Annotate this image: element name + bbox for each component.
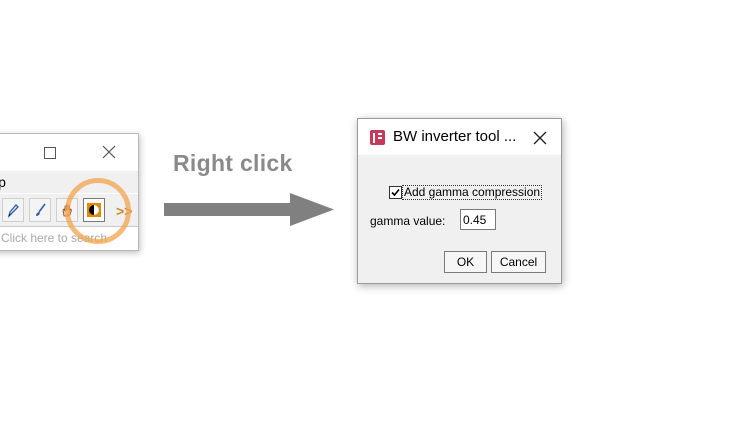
gamma-compression-label[interactable]: Add gamma compression <box>402 185 543 200</box>
hand-tool[interactable] <box>56 198 78 222</box>
imagej-app-icon <box>370 130 385 145</box>
gamma-value-label: gamma value: <box>370 214 446 228</box>
tool-row: >> <box>0 194 138 227</box>
close-icon[interactable] <box>101 144 117 160</box>
gamma-value-field[interactable]: 0.45 <box>460 209 496 230</box>
status-bar[interactable]: Click here to search <box>0 227 138 250</box>
dialog-titlebar: BW inverter tool ... <box>358 119 561 155</box>
pencil-tool[interactable] <box>2 198 24 222</box>
imagej-toolbar-window: lp >> Click <box>0 133 139 251</box>
brush-icon <box>36 203 46 216</box>
instruction-label: Right click <box>173 150 293 176</box>
bw-inverter-dialog: BW inverter tool ... Add gamma compressi… <box>357 118 562 284</box>
search-hint: Click here to search <box>1 231 108 245</box>
dialog-title: BW inverter tool ... <box>393 128 517 145</box>
menu-item-help[interactable]: lp <box>0 174 6 190</box>
bw-inverter-tool[interactable] <box>83 198 105 222</box>
toolbar-titlebar <box>0 134 138 171</box>
right-arrow-icon <box>164 193 334 226</box>
hand-icon <box>62 204 72 217</box>
cancel-button[interactable]: Cancel <box>491 251 546 273</box>
menu-bar: lp <box>0 171 138 193</box>
checkmark-icon <box>391 188 400 197</box>
ok-button[interactable]: OK <box>444 251 487 273</box>
bw-inverter-icon <box>87 203 101 217</box>
gamma-compression-checkbox[interactable] <box>389 186 402 199</box>
pencil-icon <box>7 204 19 218</box>
close-icon[interactable] <box>532 130 548 146</box>
brush-tool[interactable] <box>29 198 51 222</box>
maximize-icon[interactable] <box>44 147 56 159</box>
more-tools-button[interactable]: >> <box>116 203 132 219</box>
